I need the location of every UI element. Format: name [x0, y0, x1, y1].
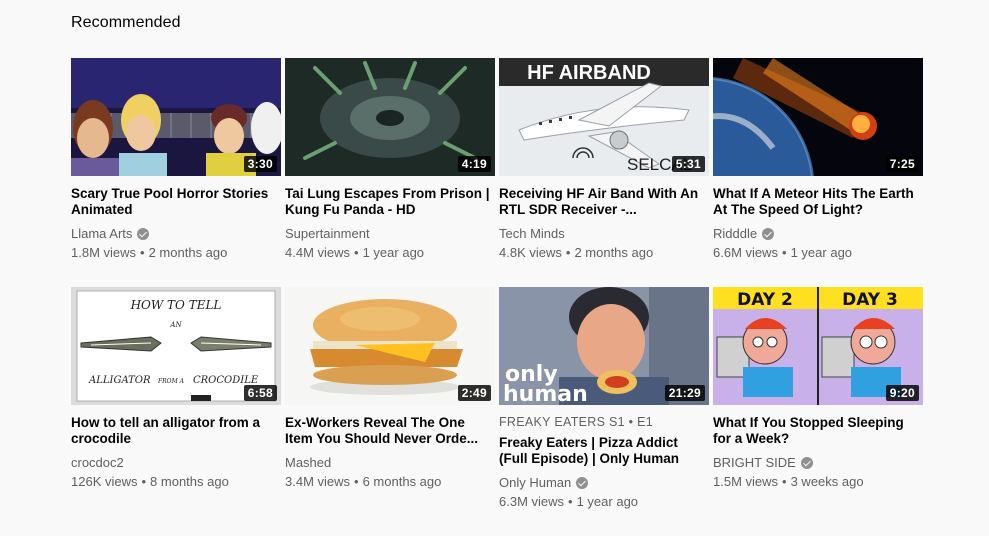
- separator-dot: •: [782, 245, 787, 260]
- channel-name-row[interactable]: Ridddle: [713, 226, 923, 242]
- video-thumbnail[interactable]: 7:25: [713, 58, 923, 176]
- view-count: 4.8K views: [499, 245, 562, 260]
- upload-age: 2 months ago: [148, 245, 228, 260]
- channel-name[interactable]: BRIGHT SIDE: [713, 455, 796, 471]
- video-title[interactable]: How to tell an alligator from a crocodil…: [71, 415, 281, 447]
- upload-age: 3 weeks ago: [790, 474, 864, 489]
- thumbnail-label-right: DAY 3: [842, 290, 898, 310]
- video-thumbnail[interactable]: 3:30: [71, 58, 281, 176]
- view-count: 126K views: [71, 474, 138, 489]
- separator-dot: •: [565, 245, 571, 260]
- channel-name-row[interactable]: Supertainment: [285, 226, 495, 242]
- thumbnail-heading: HOW TO TELL: [130, 298, 222, 312]
- video-stats: 1.5M views • 3 weeks ago: [713, 473, 923, 491]
- video-thumbnail[interactable]: HF AIRBAND SELCAL 5:31: [499, 58, 709, 176]
- channel-name-row[interactable]: Mashed: [285, 455, 495, 471]
- video-thumbnail[interactable]: only human 21:29: [499, 287, 709, 405]
- separator-dot: •: [141, 474, 147, 489]
- thumbnail-logo-bottom: human: [503, 382, 588, 405]
- video-duration: 3:30: [243, 156, 277, 172]
- verified-icon: [800, 457, 813, 469]
- thumbnail-heading: HF AIRBAND: [527, 62, 651, 84]
- series-label[interactable]: FREAKY EATERS S1 • E1: [499, 415, 709, 429]
- video-duration: 5:31: [671, 156, 705, 172]
- verified-icon: [762, 228, 775, 240]
- video-thumbnail[interactable]: 4:19: [285, 58, 495, 176]
- video-title[interactable]: What If A Meteor Hits The Earth At The S…: [713, 186, 923, 218]
- video-title[interactable]: Freaky Eaters | Pizza Addict (Full Episo…: [499, 435, 709, 467]
- video-stats: 3.4M views • 6 months ago: [285, 473, 495, 491]
- section-title: Recommended: [71, 14, 181, 31]
- channel-name[interactable]: Ridddle: [713, 226, 757, 242]
- video-thumbnail[interactable]: DAY 2 DAY 3 9:20: [713, 287, 923, 405]
- separator-dot: •: [782, 474, 787, 489]
- video-card[interactable]: HF AIRBAND SELCAL 5:31 Receiving HF Air …: [499, 58, 709, 262]
- channel-name[interactable]: Mashed: [285, 455, 331, 471]
- view-count: 3.4M views: [285, 474, 351, 489]
- channel-name-row[interactable]: crocdoc2: [71, 455, 281, 471]
- upload-age: 1 year ago: [576, 494, 639, 509]
- verified-icon: [137, 228, 150, 240]
- video-stats: 1.8M views • 2 months ago: [71, 244, 281, 262]
- video-title[interactable]: Tai Lung Escapes From Prison | Kung Fu P…: [285, 186, 495, 218]
- video-stats: 4.4M views • 1 year ago: [285, 244, 495, 262]
- channel-name[interactable]: Only Human: [499, 475, 571, 491]
- separator-dot: •: [140, 245, 145, 260]
- thumbnail-subheading: AN: [169, 321, 182, 329]
- video-title[interactable]: Receiving HF Air Band With An RTL SDR Re…: [499, 186, 709, 218]
- video-title[interactable]: What If You Stopped Sleeping for a Week?: [713, 415, 923, 447]
- view-count: 1.8M views: [71, 245, 137, 260]
- view-count: 4.4M views: [285, 245, 351, 260]
- video-card[interactable]: only human 21:29 FREAKY EATERS S1 • E1 F…: [499, 287, 709, 511]
- upload-age: 1 year ago: [362, 245, 425, 260]
- video-card[interactable]: 4:19 Tai Lung Escapes From Prison | Kung…: [285, 58, 495, 262]
- upload-age: 1 year ago: [790, 245, 853, 260]
- video-duration: 9:20: [885, 385, 919, 401]
- video-card[interactable]: HOW TO TELL AN ALLIGATOR FROM A CROCODIL…: [71, 287, 281, 491]
- separator-dot: •: [354, 245, 359, 260]
- channel-name[interactable]: crocdoc2: [71, 455, 124, 471]
- upload-age: 6 months ago: [362, 474, 442, 489]
- video-card[interactable]: 7:25 What If A Meteor Hits The Earth At …: [713, 58, 923, 262]
- separator-dot: •: [568, 494, 573, 509]
- thumbnail-caption: FROM A: [157, 378, 185, 385]
- channel-name[interactable]: Llama Arts: [71, 226, 132, 242]
- upload-age: 2 months ago: [574, 245, 654, 260]
- video-title[interactable]: Ex-Workers Reveal The One Item You Shoul…: [285, 415, 495, 447]
- video-stats: 4.8K views • 2 months ago: [499, 244, 709, 262]
- thumbnail-caption: ALLIGATOR: [88, 375, 151, 386]
- video-thumbnail[interactable]: 2:49: [285, 287, 495, 405]
- verified-icon: [576, 477, 589, 489]
- channel-name-row[interactable]: Tech Minds: [499, 226, 709, 242]
- separator-dot: •: [354, 474, 359, 489]
- video-duration: 2:49: [457, 385, 491, 401]
- video-duration: 4:19: [457, 156, 491, 172]
- video-card[interactable]: 3:30 Scary True Pool Horror Stories Anim…: [71, 58, 281, 262]
- video-duration: 7:25: [885, 156, 919, 172]
- channel-name[interactable]: Tech Minds: [499, 226, 565, 242]
- video-stats: 6.6M views • 1 year ago: [713, 244, 923, 262]
- view-count: 6.3M views: [499, 494, 565, 509]
- view-count: 6.6M views: [713, 245, 779, 260]
- video-card[interactable]: DAY 2 DAY 3 9:20 What If You Stopped Sle…: [713, 287, 923, 491]
- video-title[interactable]: Scary True Pool Horror Stories Animated: [71, 186, 281, 218]
- channel-name-row[interactable]: Llama Arts: [71, 226, 281, 242]
- video-thumbnail[interactable]: HOW TO TELL AN ALLIGATOR FROM A CROCODIL…: [71, 287, 281, 405]
- video-duration: 6:58: [243, 385, 277, 401]
- view-count: 1.5M views: [713, 474, 779, 489]
- video-stats: 126K views • 8 months ago: [71, 473, 281, 491]
- video-duration: 21:29: [664, 385, 705, 401]
- video-stats: 6.3M views • 1 year ago: [499, 493, 709, 511]
- channel-name[interactable]: Supertainment: [285, 226, 370, 242]
- channel-name-row[interactable]: Only Human: [499, 475, 709, 491]
- channel-name-row[interactable]: BRIGHT SIDE: [713, 455, 923, 471]
- thumbnail-label-left: DAY 2: [737, 290, 793, 310]
- video-card[interactable]: 2:49 Ex-Workers Reveal The One Item You …: [285, 287, 495, 491]
- upload-age: 8 months ago: [150, 474, 229, 489]
